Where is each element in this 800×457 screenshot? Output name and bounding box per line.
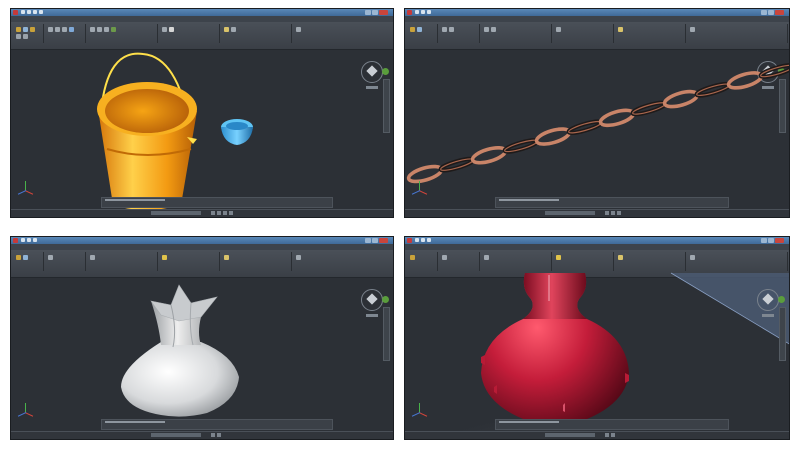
coordinates-readout bbox=[545, 433, 595, 437]
status-bar bbox=[405, 431, 789, 439]
bucket-model bbox=[97, 52, 253, 210]
ucs-icon bbox=[411, 181, 429, 199]
chain-link bbox=[470, 145, 508, 165]
status-bar bbox=[11, 209, 393, 217]
autocad-window-red-vase bbox=[404, 236, 790, 440]
ucs-icon bbox=[411, 403, 429, 421]
grid-toggle-icon[interactable] bbox=[611, 433, 615, 437]
snap-toggle-icon[interactable] bbox=[605, 211, 609, 215]
navigation-bar[interactable] bbox=[778, 296, 786, 361]
grid-toggle-icon[interactable] bbox=[217, 211, 221, 215]
grid-toggle-icon[interactable] bbox=[217, 433, 221, 437]
chain-link bbox=[726, 71, 764, 90]
ortho-toggle-icon[interactable] bbox=[617, 211, 621, 215]
status-bar bbox=[405, 209, 789, 217]
polar-toggle-icon[interactable] bbox=[229, 211, 233, 215]
chain-link bbox=[598, 108, 636, 128]
ucs-icon bbox=[17, 403, 35, 421]
grid-toggle-icon[interactable] bbox=[611, 211, 615, 215]
star-vase-model bbox=[121, 284, 239, 417]
command-line[interactable] bbox=[495, 197, 729, 208]
command-line[interactable] bbox=[495, 419, 729, 430]
chain-model bbox=[406, 63, 789, 184]
snap-toggle-icon[interactable] bbox=[605, 433, 609, 437]
red-vase-model bbox=[435, 272, 789, 439]
steering-wheel-icon[interactable] bbox=[778, 296, 785, 303]
snap-toggle-icon[interactable] bbox=[211, 211, 215, 215]
ortho-toggle-icon[interactable] bbox=[223, 211, 227, 215]
snap-toggle-icon[interactable] bbox=[211, 433, 215, 437]
autocad-window-bucket bbox=[10, 8, 394, 218]
autocad-window-chain bbox=[404, 8, 790, 218]
coordinates-readout bbox=[151, 211, 201, 215]
viewcube[interactable] bbox=[757, 289, 779, 317]
command-line[interactable] bbox=[101, 419, 333, 430]
ucs-icon bbox=[17, 181, 35, 199]
coordinates-readout bbox=[151, 433, 201, 437]
coordinates-readout bbox=[545, 211, 595, 215]
chain-link bbox=[662, 89, 700, 109]
wcs-menu[interactable] bbox=[762, 314, 774, 317]
command-line[interactable] bbox=[101, 197, 333, 208]
chain-link bbox=[534, 127, 572, 146]
autocad-window-star-vase bbox=[10, 236, 394, 440]
status-bar bbox=[11, 431, 393, 439]
